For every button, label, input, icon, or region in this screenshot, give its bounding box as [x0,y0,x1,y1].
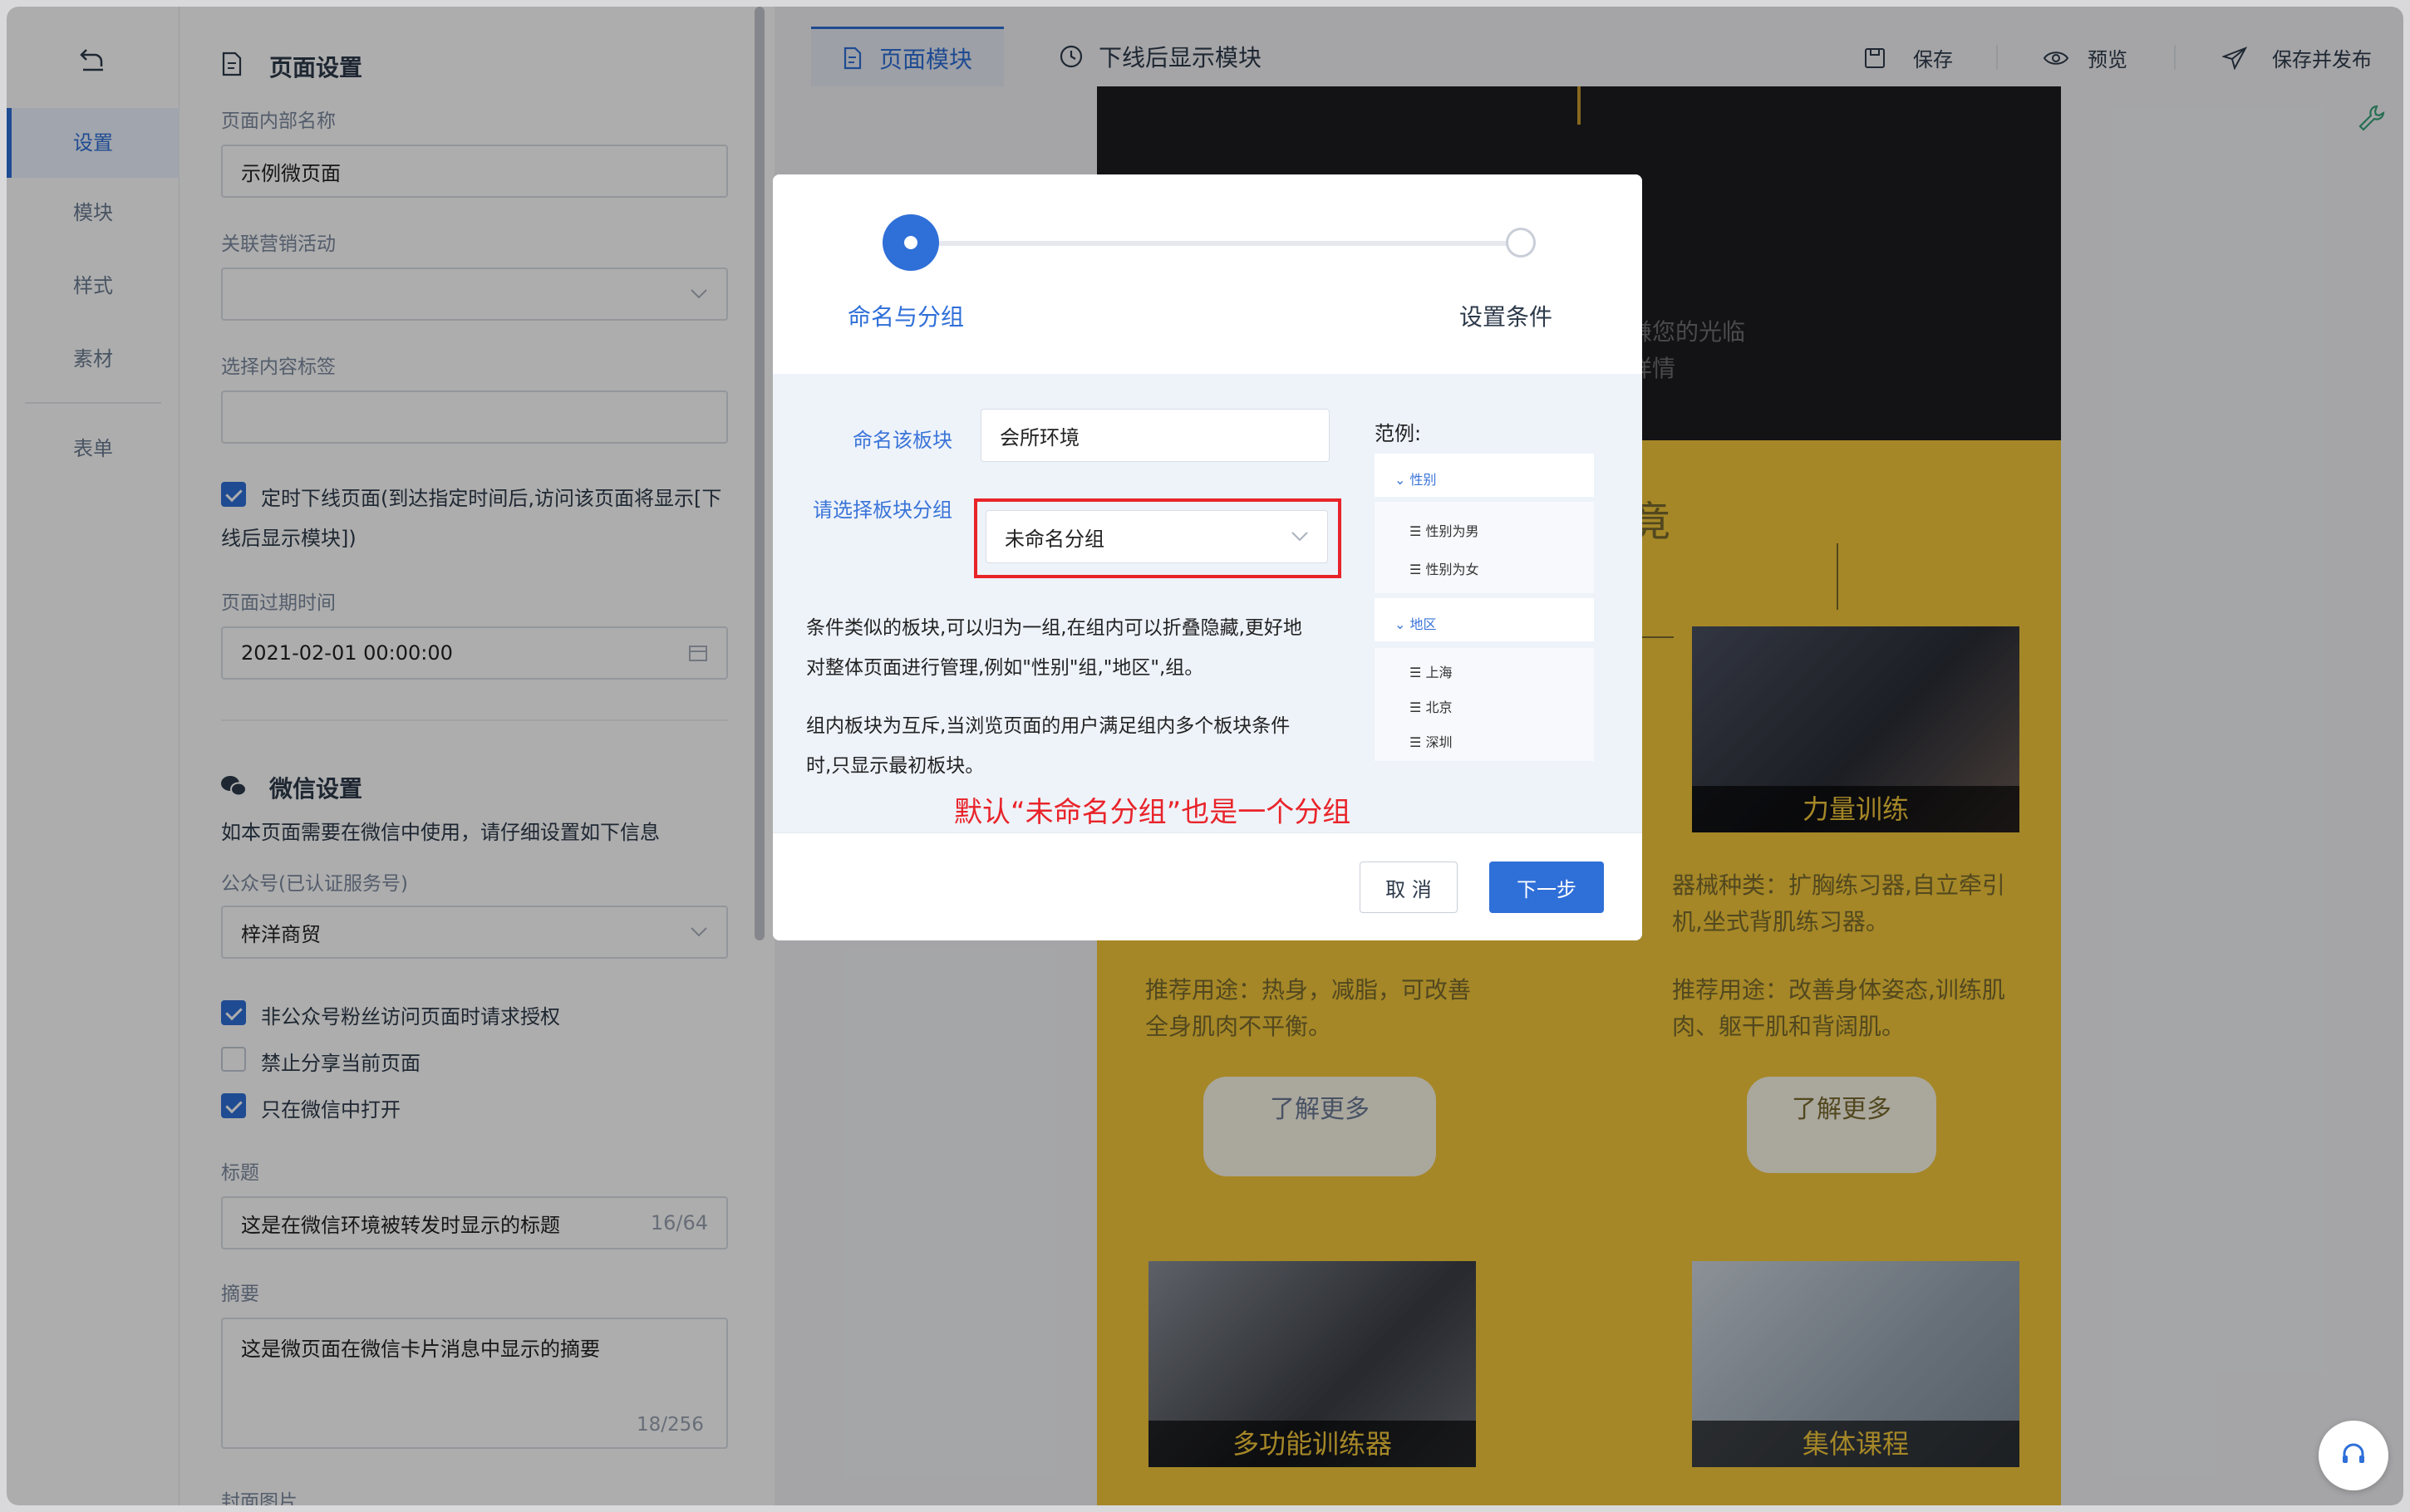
example-region-items [1375,648,1594,761]
app-window: 设置 模块 样式 素材 表单 页面设置 页面内部名称 示例微页面 关联营销活动 … [7,7,2403,1505]
group-help-text-3: 组内板块为互斥,当浏览页面的用户满足组内多个板块条件 [806,715,1291,737]
example-item: ☰ 北京 [1409,700,1453,715]
example-group-region: ⌄ 地区 [1375,598,1594,641]
steps-bar: 命名与分组 设置条件 [773,174,1642,374]
headset-icon [2343,1443,2364,1463]
group-help-text-2: 对整体页面进行管理,例如"性别"组,"地区",组。 [806,657,1204,679]
example-item: ☰ 性别为男 [1409,523,1479,539]
block-name-label: 命名该板块 [853,429,952,452]
example-item: ☰ 性别为女 [1409,562,1479,577]
group-help-text-4: 时,只显示最初板块。 [806,755,985,777]
step1-dot[interactable] [883,214,939,271]
dialog-body: 命名该板块 会所环境 请选择板块分组 未命名分组 条件类似的板块,可以归为一组,… [773,374,1642,832]
dialog-footer: 取 消 下一步 [773,832,1642,940]
cancel-button[interactable]: 取 消 [1360,862,1458,913]
group-dialog: 命名与分组 设置条件 命名该板块 会所环境 请选择板块分组 未命名分组 条件类似… [773,174,1642,940]
example-group-gender: ⌄ 性别 [1375,454,1594,497]
example-item: ☰ 上海 [1409,665,1453,680]
example-gender-items [1375,502,1594,593]
step-track [906,241,1521,246]
annotation-text: 默认“未命名分组”也是一个分组 [954,796,1351,829]
block-group-label: 请选择板块分组 [813,498,952,522]
block-name-input[interactable]: 会所环境 [981,409,1330,462]
example-item: ☰ 深圳 [1409,734,1453,750]
step1-label: 命名与分组 [848,303,965,331]
support-button[interactable] [2319,1421,2388,1490]
block-group-select[interactable]: 未命名分组 [986,510,1328,563]
step2-label: 设置条件 [1459,303,1553,331]
step2-dot[interactable] [1506,228,1536,258]
group-help-text-1: 条件类似的板块,可以归为一组,在组内可以折叠隐藏,更好地 [806,617,1302,639]
chevron-down-icon [1291,532,1308,542]
next-step-button[interactable]: 下一步 [1489,862,1604,913]
example-title: 范例: [1375,422,1422,445]
